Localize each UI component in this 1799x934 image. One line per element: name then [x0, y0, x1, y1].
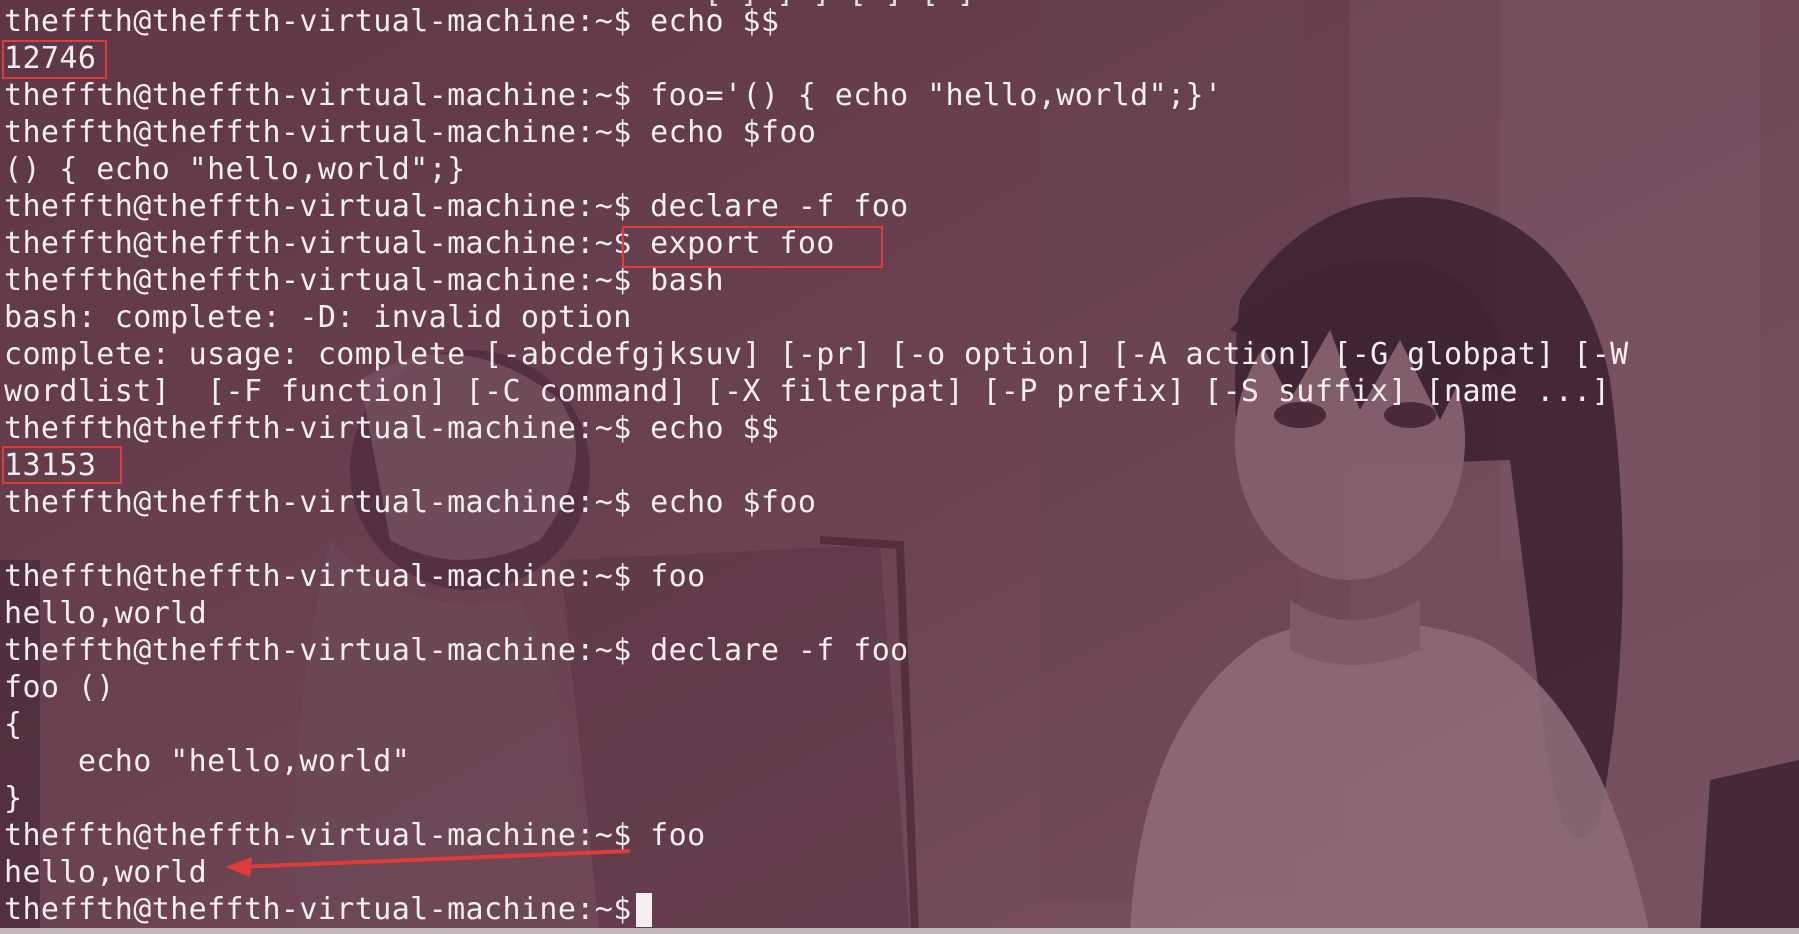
terminal-output[interactable]: [ ] ] ] [ ] [ ] theffth@theffth-virtual-… — [4, 0, 1794, 934]
terminal-line: theffth@theffth-virtual-machine:~$ foo='… — [4, 78, 1223, 113]
terminal-line: theffth@theffth-virtual-machine:~$ — [4, 892, 651, 927]
terminal-line: theffth@theffth-virtual-machine:~$ foo — [4, 818, 706, 853]
terminal-line: echo "hello,world" — [4, 744, 411, 779]
terminal-line: bash: complete: -D: invalid option — [4, 300, 632, 335]
terminal-line: wordlist] [-F function] [-C command] [-X… — [4, 374, 1611, 409]
terminal-line: theffth@theffth-virtual-machine:~$ decla… — [4, 189, 909, 224]
highlight-box-pid-2 — [2, 446, 122, 484]
highlight-box-export — [622, 226, 883, 268]
terminal-line: foo () — [4, 670, 115, 705]
terminal-cursor — [636, 893, 652, 927]
terminal-line: theffth@theffth-virtual-machine:~$ foo — [4, 559, 706, 594]
terminal-line: theffth@theffth-virtual-machine:~$ decla… — [4, 633, 909, 668]
terminal-line: } — [4, 781, 23, 816]
terminal-line: theffth@theffth-virtual-machine:~$ echo … — [4, 4, 780, 39]
terminal-line: complete: usage: complete [-abcdefgjksuv… — [4, 337, 1629, 372]
terminal-line: theffth@theffth-virtual-machine:~$ echo … — [4, 411, 780, 446]
highlight-box-pid-1 — [2, 40, 107, 79]
terminal-line: theffth@theffth-virtual-machine:~$ bash — [4, 263, 724, 298]
terminal-line: () { echo "hello,world";} — [4, 152, 466, 187]
terminal-line: hello,world — [4, 596, 208, 631]
terminal-line: theffth@theffth-virtual-machine:~$ echo … — [4, 485, 817, 520]
terminal-line: hello,world — [4, 855, 208, 890]
terminal-line: { — [4, 707, 23, 742]
terminal-line: theffth@theffth-virtual-machine:~$ echo … — [4, 115, 817, 150]
window-bottom-edge — [0, 928, 1799, 934]
